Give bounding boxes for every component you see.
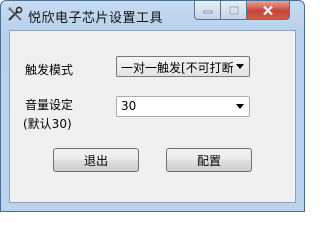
client-area: 触发模式 一对一触发[不可打断 音量设定 (默认30) 30 退出 配置 xyxy=(9,30,296,203)
exit-button[interactable]: 退出 xyxy=(53,148,139,172)
volume-value: 30 xyxy=(121,99,137,113)
volume-dropdown[interactable]: 30 xyxy=(116,96,250,117)
title-bar[interactable]: 悦欣电子芯片设置工具 xyxy=(1,1,304,29)
trigger-mode-value: 一对一触发[不可打断 xyxy=(121,61,234,75)
trigger-mode-dropdown[interactable]: 一对一触发[不可打断 xyxy=(116,56,250,77)
config-button[interactable]: 配置 xyxy=(166,148,252,172)
maximize-icon xyxy=(228,5,239,15)
minimize-button[interactable] xyxy=(194,1,220,20)
trigger-mode-label: 触发模式 xyxy=(25,63,74,77)
close-icon xyxy=(263,5,273,15)
minimize-icon xyxy=(203,10,212,14)
chevron-down-icon xyxy=(236,104,244,109)
tools-icon xyxy=(7,6,23,22)
app-window: 悦欣电子芯片设置工具 触发模式 一对一触发[不可打断 音量设定 (默认30) 3… xyxy=(0,0,305,212)
maximize-button[interactable] xyxy=(220,1,246,20)
volume-label: 音量设定 xyxy=(25,98,74,112)
window-title: 悦欣电子芯片设置工具 xyxy=(28,11,164,26)
close-button[interactable] xyxy=(246,1,290,20)
volume-default-note: (默认30) xyxy=(23,117,72,131)
chevron-down-icon xyxy=(236,64,244,69)
